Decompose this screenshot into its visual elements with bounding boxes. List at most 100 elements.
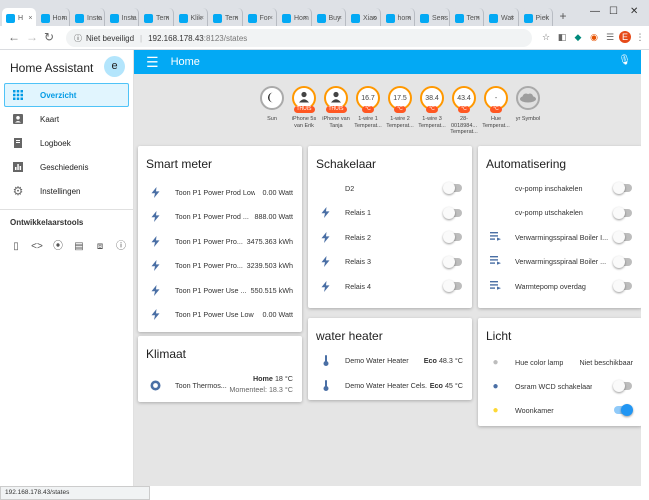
sidebar-item-logboek[interactable]: Logboek [0,131,133,155]
toggle-switch[interactable] [443,182,462,194]
toggle-switch[interactable] [613,380,632,392]
badge-5[interactable]: 38.4 °C 1-wire 3 Temperat... [418,86,446,136]
microphone-icon[interactable]: 🎙 [618,55,631,66]
badge-2[interactable]: THUIS iPhone van Tanja [322,86,350,136]
list-item[interactable]: Toon P1 Power Prod Low 0.00 Watt [138,180,302,204]
list-item[interactable]: Toon P1 Power Pro... 3475.363 kWh [138,229,302,253]
badge-4[interactable]: 17.5 °C 1-wire 2 Temperat... [386,86,414,136]
tab-11[interactable]: hom × [381,8,415,28]
tab-10[interactable]: Xiao × [347,8,381,28]
tab-15[interactable]: Piek × [519,8,553,28]
close-tab-icon[interactable]: × [407,15,411,22]
close-tab-icon[interactable]: × [28,15,32,22]
tab-4[interactable]: Tem × [140,8,174,28]
reload-icon[interactable]: ↻ [44,30,54,44]
avatar[interactable]: e [104,56,125,77]
list-item[interactable]: Relais 4 [308,274,472,298]
maximize-button[interactable]: ☐ [609,6,618,17]
badge-0[interactable]: Sun [260,86,284,136]
tab-7[interactable]: For × [243,8,277,28]
close-tab-icon[interactable]: × [165,15,169,22]
badge-7[interactable]: - °C Hue Temperat... [482,86,510,136]
toggle-switch[interactable] [614,404,633,416]
toggle-switch[interactable] [613,231,632,243]
close-window-button[interactable]: ✕ [630,6,638,17]
toggle-switch[interactable] [613,182,632,194]
list-item[interactable]: cv-pomp utschakelen [478,201,642,225]
tab-12[interactable]: Sens × [416,8,450,28]
extension-icon[interactable]: ◧ [556,31,568,43]
close-tab-icon[interactable]: × [510,15,514,22]
hamburger-menu-icon[interactable]: ☰ [146,54,159,71]
sidebar-item-kaart[interactable]: Kaart [0,107,133,131]
list-item[interactable]: ● Woonkamer [478,398,642,422]
list-item[interactable]: Relais 3 [308,250,472,274]
list-item[interactable]: Warmtepomp overdag [478,274,642,298]
tab-1[interactable]: Hom × [36,8,70,28]
list-item[interactable]: ● Hue color lamp Niet beschikbaar [478,350,642,374]
tab-0[interactable]: H × [2,8,36,28]
list-item[interactable]: ● Osram WCD schakelaar [478,374,642,398]
badge-3[interactable]: 16.7 °C 1-wire 1 Temperat... [354,86,382,136]
scrollbar[interactable] [641,50,649,486]
back-icon[interactable]: ← [8,30,20,44]
close-tab-icon[interactable]: × [372,15,376,22]
sidebar-item-overzicht[interactable]: Overzicht [4,83,129,107]
code-icon[interactable]: <> [31,241,43,253]
list-item[interactable]: Demo Water Heater Cels... Eco 45 °C [308,373,472,397]
list-item[interactable]: cv-pomp inschakelen [478,176,642,200]
toggle-switch[interactable] [443,280,462,292]
sidebar-item-instellingen[interactable]: ⚙ Instellingen [0,179,133,203]
tab-8[interactable]: Hom × [278,8,312,28]
list-item[interactable]: Demo Water Heater Eco 48.3 °C [308,348,472,372]
close-tab-icon[interactable]: × [476,15,480,22]
tab-5[interactable]: Klik × [174,8,208,28]
minimize-button[interactable]: — [590,6,600,17]
sidebar-item-geschiedenis[interactable]: Geschiedenis [0,155,133,179]
list-item[interactable]: Relais 1 [308,201,472,225]
extension-icon[interactable]: ◉ [588,31,600,43]
extension-icon[interactable]: ☰ [604,31,616,43]
tab-9[interactable]: Buy × [312,8,346,28]
badge-6[interactable]: 43.4 °C 28-0018984... Temperat... [450,86,478,136]
list-item[interactable]: Verwarmingsspiraal Boiler I... [478,225,642,249]
badge-8[interactable]: yr Symbol [516,86,540,136]
close-tab-icon[interactable]: × [62,15,66,22]
close-tab-icon[interactable]: × [131,15,135,22]
climate-row[interactable]: Toon Thermos... Home 18 °C Momenteel: 18… [138,370,302,400]
tab-14[interactable]: Wat × [485,8,519,28]
star-icon[interactable]: ☆ [540,31,552,43]
close-tab-icon[interactable]: × [269,15,273,22]
badge-1[interactable]: THUIS iPhone 5s van Erik [292,86,316,136]
close-tab-icon[interactable]: × [545,15,549,22]
toggle-switch[interactable] [443,206,462,219]
close-tab-icon[interactable]: × [338,15,342,22]
close-tab-icon[interactable]: × [200,15,204,22]
toggle-switch[interactable] [443,231,462,243]
info-icon[interactable]: ⓘ [115,241,127,253]
close-tab-icon[interactable]: × [441,15,445,22]
file-code-icon[interactable]: ▤ [73,241,85,253]
list-item[interactable]: Toon P1 Power Use ... 550.515 kWh [138,278,302,302]
list-item[interactable]: Verwarmingsspiraal Boiler ... [478,250,642,274]
close-tab-icon[interactable]: × [303,15,307,22]
menu-icon[interactable]: ⋮ [634,31,646,43]
toggle-switch[interactable] [613,255,632,268]
extension-icon[interactable]: ◆ [572,31,584,43]
list-item[interactable]: Toon P1 Power Prod ... 888.00 Watt [138,205,302,229]
broadcast-icon[interactable]: ⦿ [52,241,64,253]
list-item[interactable]: Toon P1 Power Use Low 0.00 Watt [138,303,302,327]
toggle-switch[interactable] [613,206,632,219]
close-tab-icon[interactable]: × [96,15,100,22]
template-icon[interactable]: ⧈ [94,241,106,253]
tab-2[interactable]: Insta × [71,8,105,28]
list-item[interactable]: Toon P1 Power Pro... 3239.503 kWh [138,254,302,278]
tab-13[interactable]: Tem × [450,8,484,28]
profile-icon[interactable]: E [619,31,631,43]
forward-icon[interactable]: → [26,30,38,44]
tab-3[interactable]: Insta × [105,8,139,28]
toggle-switch[interactable] [613,280,632,292]
remote-icon[interactable]: ▯ [10,241,22,253]
url-field[interactable]: ⓘ Niet beveiligd | 192.168.178.43:8123/s… [66,29,532,47]
new-tab-button[interactable]: + [556,10,570,24]
